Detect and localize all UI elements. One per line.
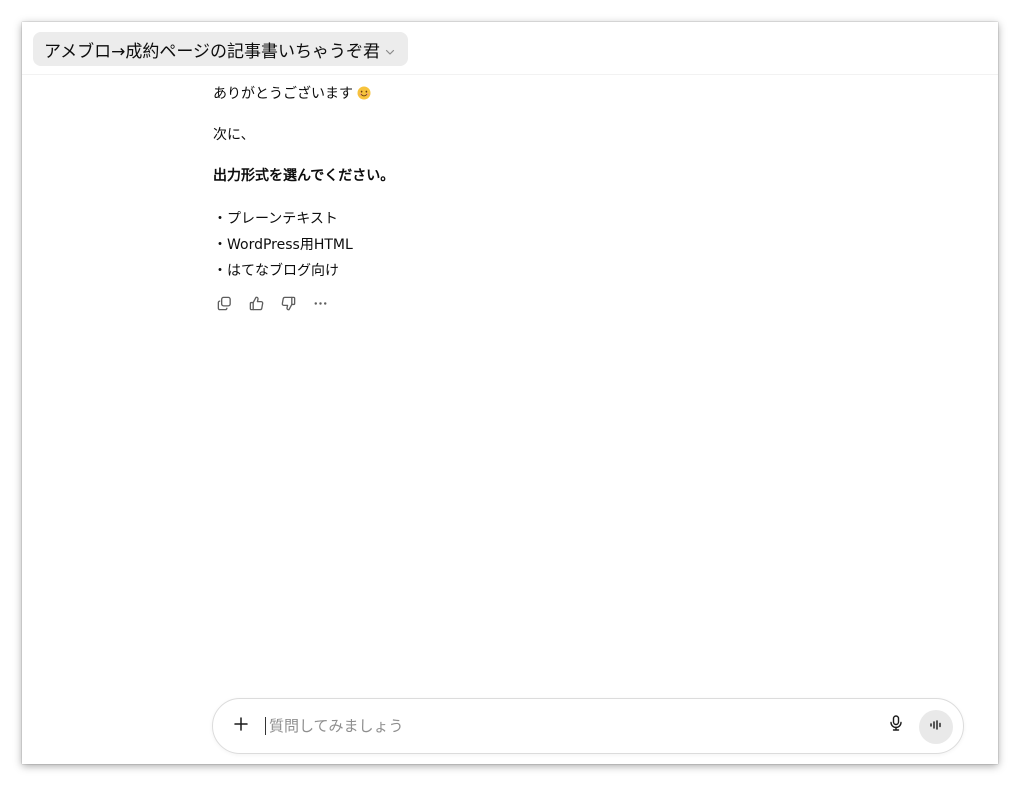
thumbs-down-button[interactable] (277, 294, 299, 316)
smiling-face-icon (357, 86, 371, 100)
gpt-title: アメブロ→成約ページの記事書いちゃうぞ君 (44, 41, 381, 62)
message-next: 次に、 (213, 127, 255, 143)
header: アメブロ→成約ページの記事書いちゃうぞ君 (22, 22, 998, 75)
more-button[interactable] (309, 294, 331, 316)
thumbs-down-icon (280, 295, 297, 316)
list-item: ・WordPress用HTML (213, 237, 353, 253)
message-input[interactable] (267, 710, 851, 742)
thumbs-up-button[interactable] (245, 294, 267, 316)
voice-waveform-icon (928, 717, 944, 737)
copy-icon (216, 295, 233, 316)
list-item: ・はてなブログ向け (213, 263, 339, 279)
message-actions (213, 294, 331, 316)
plus-icon (233, 716, 249, 736)
option-list: ・プレーンテキスト ・WordPress用HTML ・はてなブログ向け (213, 206, 353, 284)
gpt-title-button[interactable]: アメブロ→成約ページの記事書いちゃうぞ君 (33, 32, 409, 66)
chevron-down-icon (384, 43, 396, 55)
list-item: ・プレーンテキスト (213, 211, 338, 227)
thumbs-up-icon (248, 295, 265, 316)
copy-button[interactable] (213, 294, 235, 316)
text-cursor (265, 717, 266, 735)
voice-mode-button[interactable] (919, 710, 953, 744)
message-instruction: 出力形式を選んでください。 (213, 168, 395, 184)
message-greeting-line: ありがとうございます (213, 84, 371, 105)
dictate-button[interactable] (885, 714, 907, 736)
microphone-icon (887, 714, 905, 736)
more-icon (312, 295, 329, 316)
chat-window: アメブロ→成約ページの記事書いちゃうぞ君 ありがとうございます 次に、 出力形式… (22, 22, 998, 764)
message-greeting: ありがとうございます (213, 86, 353, 102)
attach-button[interactable] (227, 712, 255, 740)
composer (212, 698, 964, 754)
